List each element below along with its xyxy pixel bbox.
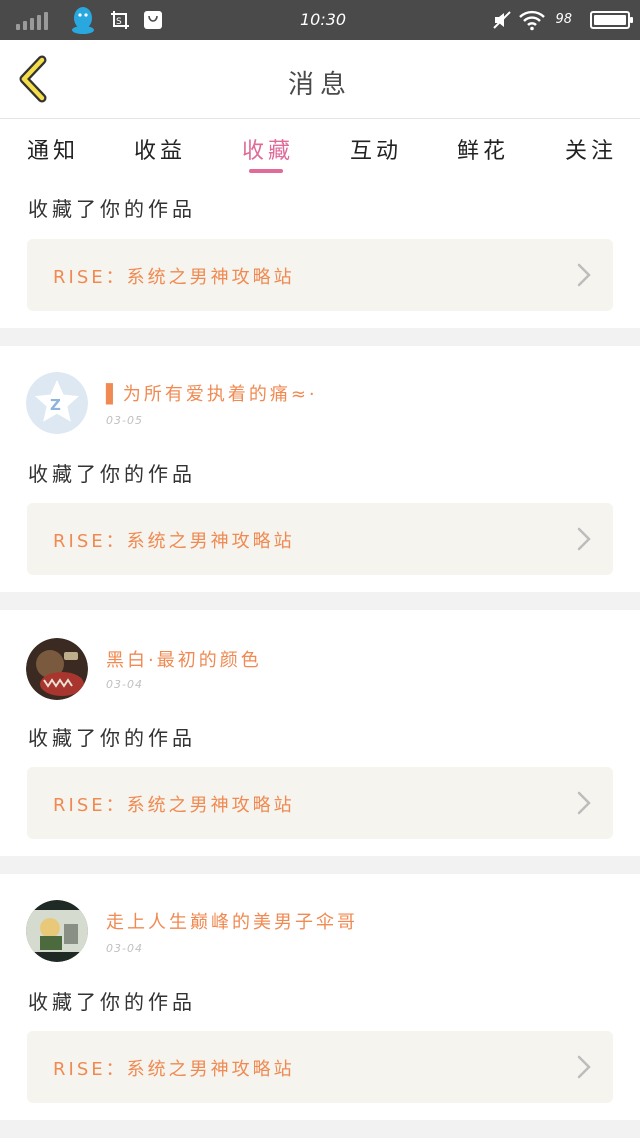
tab-flowers[interactable]: 鲜花 bbox=[457, 133, 509, 165]
clock: 10:30 bbox=[300, 10, 347, 29]
chevron-right-icon bbox=[577, 263, 591, 287]
chevron-right-icon bbox=[577, 1055, 591, 1079]
list-item: 走上人生巅峰的美男子伞哥 03-04 收藏了你的作品 RISE：系统之男神攻略站 bbox=[0, 874, 640, 1120]
work-title: RISE：系统之男神攻略站 bbox=[53, 1059, 295, 1080]
work-title: RISE：系统之男神攻略站 bbox=[53, 795, 295, 816]
work-title: RISE：系统之男神攻略站 bbox=[53, 531, 295, 552]
work-link[interactable]: RISE：系统之男神攻略站 bbox=[27, 239, 613, 311]
work-title: RISE：系统之男神攻略站 bbox=[53, 267, 295, 288]
action-text: 收藏了你的作品 bbox=[28, 726, 196, 750]
svg-text:S: S bbox=[116, 17, 122, 27]
tab-notifications[interactable]: 通知 bbox=[27, 133, 79, 165]
avatar[interactable] bbox=[26, 900, 88, 962]
shopping-bag-icon bbox=[144, 11, 162, 29]
timestamp: 03-04 bbox=[106, 942, 143, 955]
page-title: 消息 bbox=[287, 70, 352, 100]
battery-icon bbox=[590, 11, 633, 29]
username[interactable]: 走上人生巅峰的美男子伞哥 bbox=[106, 908, 358, 934]
tab-favorites[interactable]: 收藏 bbox=[242, 133, 294, 165]
timestamp: 03-04 bbox=[106, 678, 143, 691]
wifi-icon bbox=[519, 10, 545, 31]
svg-text:Z: Z bbox=[50, 396, 61, 414]
avatar[interactable]: Z bbox=[26, 372, 88, 434]
action-text: 收藏了你的作品 bbox=[28, 197, 196, 221]
header: 消息 bbox=[0, 40, 640, 119]
tab-interactions[interactable]: 互动 bbox=[350, 133, 402, 165]
qq-icon bbox=[72, 7, 94, 34]
signal-icon bbox=[16, 12, 50, 30]
list-item: 收藏了你的作品 RISE：系统之男神攻略站 bbox=[0, 175, 640, 328]
screenshot-icon: S bbox=[111, 11, 129, 29]
active-tab-indicator bbox=[249, 169, 283, 173]
work-link[interactable]: RISE：系统之男神攻略站 bbox=[27, 1031, 613, 1103]
chevron-right-icon bbox=[577, 527, 591, 551]
avatar[interactable] bbox=[26, 638, 88, 700]
username[interactable]: ▌为所有爱执着的痛≈· bbox=[106, 380, 318, 406]
battery-level: 98 bbox=[555, 12, 572, 27]
mute-icon bbox=[493, 11, 511, 29]
action-text: 收藏了你的作品 bbox=[28, 462, 196, 486]
work-link[interactable]: RISE：系统之男神攻略站 bbox=[27, 503, 613, 575]
work-link[interactable]: RISE：系统之男神攻略站 bbox=[27, 767, 613, 839]
chevron-right-icon bbox=[577, 791, 591, 815]
tab-following[interactable]: 关注 bbox=[565, 133, 617, 165]
status-bar: S 10:30 98 bbox=[0, 0, 640, 40]
action-text: 收藏了你的作品 bbox=[28, 990, 196, 1014]
timestamp: 03-05 bbox=[106, 414, 143, 427]
tab-bar: 通知 收益 收藏 互动 鲜花 关注 bbox=[0, 119, 640, 175]
list-item: Z ▌为所有爱执着的痛≈· 03-05 收藏了你的作品 RISE：系统之男神攻略… bbox=[0, 346, 640, 592]
username[interactable]: 黑白·最初的颜色 bbox=[106, 646, 262, 672]
tab-earnings[interactable]: 收益 bbox=[134, 133, 186, 165]
list-item: 黑白·最初的颜色 03-04 收藏了你的作品 RISE：系统之男神攻略站 bbox=[0, 610, 640, 856]
